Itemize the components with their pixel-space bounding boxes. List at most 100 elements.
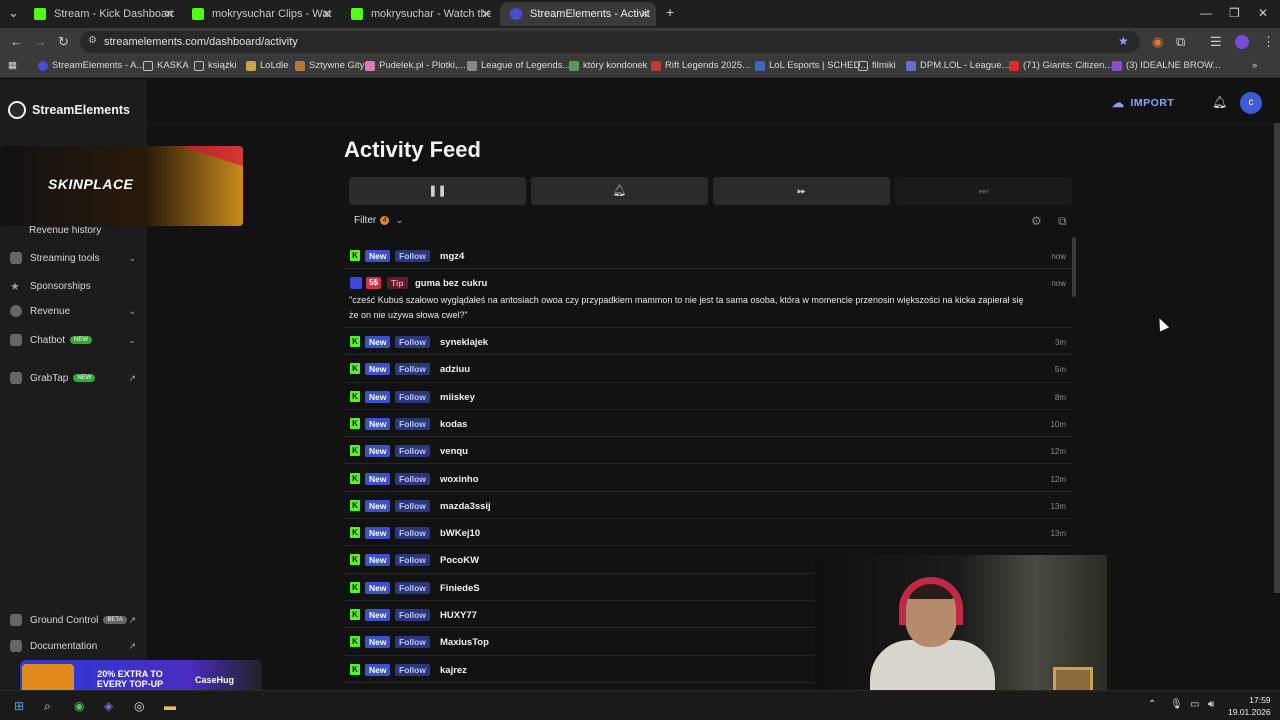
grabtap-icon	[10, 372, 22, 384]
tray-chevron-icon[interactable]: ⌃	[1148, 699, 1156, 710]
mute-alerts-button[interactable]: 🔔︎	[531, 177, 708, 205]
feed-row[interactable]: K New Follow kodas 10m	[344, 410, 1072, 438]
forward-icon[interactable]: →	[34, 34, 47, 49]
sidebar-item-grabtap[interactable]: GrabTap NEW ↗	[10, 372, 138, 384]
page-scrollbar[interactable]	[1274, 123, 1280, 593]
event-time: 13m	[1050, 529, 1066, 539]
microphone-icon[interactable]: 🎙︎	[1170, 699, 1183, 710]
cloud-upload-icon: ☁	[1112, 96, 1125, 110]
skinplace-ad-banner[interactable]: SKINPLACE	[0, 146, 243, 226]
bookmark-item[interactable]: książki	[194, 60, 237, 71]
feed-row[interactable]: K New Follow woxinho 12m	[344, 465, 1072, 492]
feed-row[interactable]: K New Follow venqu 12m	[344, 437, 1072, 465]
sidebar-item-label: Revenue	[30, 305, 71, 317]
close-icon[interactable]: ✕	[640, 7, 650, 21]
filter-label: Filter	[354, 215, 377, 226]
feed-row[interactable]: K New Follow mazda3ssij 13m	[344, 492, 1072, 520]
close-window-icon[interactable]: ✕	[1258, 6, 1268, 20]
network-icon[interactable]: ▭	[1190, 699, 1199, 710]
bookmark-label: który kondonek	[583, 60, 648, 71]
url-input[interactable]: ⚙ streamelements.com/dashboard/activity …	[80, 31, 1140, 53]
tab-activity-feed[interactable]: StreamElements - Activity feed ✕	[500, 2, 656, 26]
sidebar-item-documentation[interactable]: Documentation ↗	[10, 640, 138, 652]
kick-icon: K	[350, 472, 360, 484]
menu-icon[interactable]: ⋮	[1262, 34, 1275, 50]
tip-row[interactable]: 5$ Tip guma bez cukru now "cześć Kubuś szało…	[344, 269, 1072, 328]
sidebar-item-revenue-history[interactable]: Revenue history	[10, 225, 138, 236]
extension-icon[interactable]: ◉	[1152, 34, 1163, 50]
follower-name: bWKej10	[440, 528, 481, 540]
bookmark-item[interactable]: Rift Legends 2025...	[651, 60, 750, 71]
avatar[interactable]: c	[1240, 92, 1262, 114]
feed-row[interactable]: K New Follow adziuu 5m	[344, 355, 1072, 383]
close-icon[interactable]: ✕	[322, 7, 332, 21]
minimize-icon[interactable]: —	[1200, 6, 1212, 20]
bookmark-item[interactable]: KASKA	[143, 60, 189, 71]
bookmark-label: Sztywne Gity	[309, 60, 365, 71]
sidebar-item-streaming-tools[interactable]: Streaming tools ⌄	[10, 252, 138, 264]
sidebar-item-revenue[interactable]: Revenue ⌄	[10, 305, 138, 317]
feed-row[interactable]: K New Follow synekIajek 3m	[344, 328, 1072, 356]
kick-icon	[34, 8, 46, 20]
maximize-icon[interactable]: ❐	[1229, 6, 1240, 20]
settings-gear-icon[interactable]: ⚙	[1031, 214, 1042, 228]
taskbar-search-icon[interactable]: ⌕	[44, 699, 51, 714]
skip-all-button[interactable]: ⏭︎	[895, 177, 1072, 205]
bookmark-item[interactable]: StreamElements - A...	[38, 60, 144, 71]
site-info-icon[interactable]: ⚙	[88, 35, 97, 46]
feed-row[interactable]: K New Follow bWKej10 13m	[344, 519, 1072, 547]
sidebar-item-ground-control[interactable]: Ground Control BETA ↗	[10, 614, 138, 626]
tab-kick-dashboard[interactable]: Stream - Kick Dashboard ✕	[24, 2, 180, 26]
skip-button[interactable]: ⏩︎	[713, 177, 890, 205]
follow-badge: Follow	[395, 499, 430, 512]
kick-icon: K	[350, 445, 360, 457]
close-icon[interactable]: ✕	[481, 7, 491, 21]
app-taskbar-icon[interactable]: ◎	[134, 699, 144, 713]
bookmark-star-icon[interactable]: ★	[1118, 34, 1129, 48]
feed-scrollbar[interactable]	[1072, 237, 1076, 297]
filter-dropdown[interactable]: Filter 4 ⌄	[354, 215, 404, 226]
tab-search-icon[interactable]: ⌄	[8, 5, 19, 21]
ground-control-icon	[10, 614, 22, 626]
close-icon[interactable]: ✕	[164, 7, 174, 21]
feed-row[interactable]: K New Follow miiskey 8m	[344, 383, 1072, 410]
follower-name: HUXY77	[440, 610, 477, 621]
feed-row[interactable]: K New Follow mgz4 now	[344, 242, 1072, 269]
chrome-taskbar-icon[interactable]: ◉	[74, 699, 84, 713]
more-bookmarks-icon[interactable]: »	[1252, 60, 1257, 71]
bookmark-item[interactable]: DPM.LOL - League...	[906, 60, 1009, 71]
bookmark-item[interactable]: LoLdle	[246, 60, 289, 71]
bookmark-item[interactable]: Pudelek.pl - Plotki,...	[365, 60, 466, 71]
reload-icon[interactable]: ↻	[58, 34, 69, 50]
apps-icon[interactable]: ▦	[8, 60, 17, 71]
discord-taskbar-icon[interactable]: ◈	[104, 699, 113, 713]
bookmark-item[interactable]: filmiki	[858, 60, 896, 71]
volume-icon[interactable]: 🔊︎	[1208, 699, 1214, 710]
bookmark-item[interactable]: (71) Giants: Citizen...	[1009, 60, 1112, 71]
sidebar-item-chatbot[interactable]: Chatbot NEW ⌄	[10, 334, 138, 346]
bookmark-item[interactable]: (3) IDEALNE BROW...	[1112, 60, 1221, 71]
profile-icon[interactable]	[1235, 35, 1249, 49]
tab-clips[interactable]: mokrysuchar Clips - Watch Live ✕	[182, 2, 338, 26]
streamelements-logo[interactable]: StreamElements	[8, 101, 130, 119]
media-control-icon[interactable]: ☰	[1210, 34, 1222, 50]
taskbar-clock[interactable]: 17:59 19.01.2026	[1228, 694, 1271, 718]
extensions-puzzle-icon[interactable]: ⧉	[1176, 34, 1185, 50]
new-tab-icon[interactable]: +	[666, 4, 674, 20]
popout-icon[interactable]: ⧉	[1058, 214, 1067, 229]
import-button[interactable]: ☁ IMPORT	[1112, 96, 1174, 110]
header-divider	[147, 123, 1280, 124]
tab-vod[interactable]: mokrysuchar - Watch the VOD ✕	[341, 2, 497, 26]
notifications-bell-icon[interactable]: 🔔︎	[1212, 95, 1227, 109]
bookmark-item[interactable]: który kondonek	[569, 60, 647, 71]
sidebar-item-sponsorships[interactable]: ★ Sponsorships	[10, 280, 138, 294]
case-brand-text: CaseHug	[195, 675, 235, 685]
bookmark-item[interactable]: Sztywne Gity	[295, 60, 364, 71]
back-icon[interactable]: ←	[10, 34, 23, 49]
explorer-taskbar-icon[interactable]: ▬	[164, 699, 176, 713]
chevron-down-icon: ⌄	[128, 305, 136, 316]
windows-start-icon[interactable]: ⊞	[14, 699, 24, 713]
bookmark-item[interactable]: LoL Esports | SCHED...	[755, 60, 868, 71]
pause-button[interactable]: ❚❚	[349, 177, 526, 205]
bookmark-item[interactable]: League of Legends...	[467, 60, 570, 71]
